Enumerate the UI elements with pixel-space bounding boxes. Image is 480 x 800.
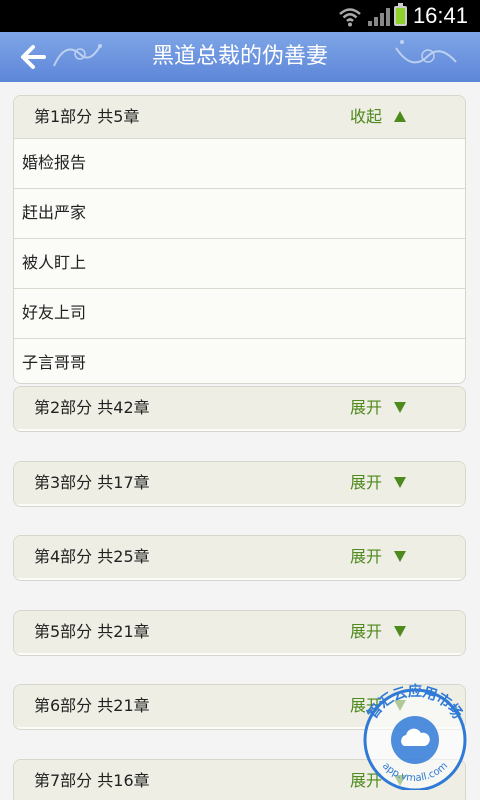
- part-header[interactable]: 第1部分 共5章 收起: [14, 96, 465, 138]
- part-label: 第1部分 共5章: [34, 107, 140, 126]
- app-market-watermark: 智汇云应用市场 app.vmall.com: [363, 683, 467, 790]
- collapse-toggle[interactable]: 收起: [350, 96, 382, 138]
- triangle-down-icon[interactable]: [394, 626, 406, 637]
- chapter-item[interactable]: 婚检报告: [14, 138, 465, 188]
- part-label: 第4部分 共25章: [34, 547, 150, 566]
- expand-toggle[interactable]: 展开: [350, 536, 382, 578]
- chapter-item[interactable]: 好友上司: [14, 288, 465, 338]
- triangle-down-icon[interactable]: [394, 402, 406, 413]
- part-group: 第4部分 共25章 展开: [13, 535, 466, 581]
- battery-icon: [394, 6, 407, 26]
- expand-toggle[interactable]: 展开: [350, 462, 382, 504]
- triangle-up-icon[interactable]: [394, 111, 406, 122]
- part-group: 第5部分 共21章 展开: [13, 610, 466, 656]
- status-bar: 16:41: [0, 0, 480, 32]
- triangle-down-icon[interactable]: [394, 477, 406, 488]
- part-group: 第1部分 共5章 收起 婚检报告 赶出严家 被人盯上 好友上司 子言哥哥: [13, 95, 466, 384]
- chapter-item[interactable]: 赶出严家: [14, 188, 465, 238]
- part-label: 第3部分 共17章: [34, 473, 150, 492]
- part-header[interactable]: 第5部分 共21章 展开: [14, 611, 465, 653]
- part-header[interactable]: 第2部分 共42章 展开: [14, 387, 465, 429]
- chapter-title: 子言哥哥: [22, 353, 87, 372]
- page-title: 黑道总裁的伪善妻: [151, 44, 328, 69]
- chapter-item[interactable]: 子言哥哥: [14, 338, 465, 383]
- part-label: 第6部分 共21章: [34, 696, 150, 715]
- title-bar: 黑道总裁的伪善妻: [0, 32, 480, 82]
- part-group: 第2部分 共42章 展开: [13, 386, 466, 432]
- part-header[interactable]: 第3部分 共17章 展开: [14, 462, 465, 504]
- wifi-icon: [339, 8, 361, 27]
- signal-icon: [368, 8, 390, 26]
- chapter-title: 好友上司: [22, 303, 87, 322]
- chapter-item[interactable]: 被人盯上: [14, 238, 465, 288]
- part-label: 第5部分 共21章: [34, 622, 150, 641]
- back-arrow-icon: [21, 45, 46, 69]
- part-label: 第7部分 共16章: [34, 771, 150, 790]
- expand-toggle[interactable]: 展开: [350, 387, 382, 429]
- part-label: 第2部分 共42章: [34, 398, 150, 417]
- triangle-down-icon[interactable]: [394, 551, 406, 562]
- expand-toggle[interactable]: 展开: [350, 611, 382, 653]
- chapter-title: 赶出严家: [22, 203, 87, 222]
- chapter-title: 被人盯上: [22, 253, 87, 272]
- chapter-title: 婚检报告: [22, 153, 87, 172]
- part-group: 第3部分 共17章 展开: [13, 461, 466, 507]
- back-button[interactable]: [14, 38, 54, 76]
- part-header[interactable]: 第4部分 共25章 展开: [14, 536, 465, 578]
- status-time: 16:41: [412, 3, 468, 28]
